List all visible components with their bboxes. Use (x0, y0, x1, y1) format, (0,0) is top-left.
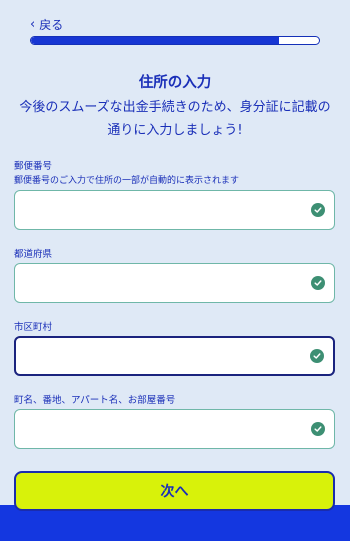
chevron-left-icon: ‹ (30, 17, 36, 32)
postal-code-input[interactable] (25, 191, 299, 231)
progress-bar-fill (31, 37, 279, 44)
city-field[interactable] (14, 336, 335, 376)
city-label: 市区町村 (14, 322, 53, 333)
back-label: 戻る (39, 18, 64, 32)
check-circle-icon (310, 349, 324, 363)
postal-code-field[interactable] (14, 190, 335, 231)
prefecture-field[interactable] (14, 263, 335, 304)
back-button[interactable]: ‹ 戻る (30, 16, 63, 33)
next-button[interactable]: 次へ (14, 471, 335, 511)
page-subtitle-line1: 今後のスムーズな出金手続きのため、身分証に記載の (19, 100, 331, 115)
page-subtitle-line2: 通りに入力しましょう! (107, 123, 243, 138)
postal-code-label: 郵便番号 (14, 161, 53, 172)
street-input[interactable] (25, 410, 299, 450)
postal-code-hint: 郵便番号のご入力で住所の一部が自動的に表示されます (14, 176, 240, 186)
progress-bar (30, 36, 320, 45)
street-label: 町名、番地、アパート名、お部屋番号 (14, 395, 176, 406)
check-circle-icon (311, 276, 325, 290)
check-circle-icon (311, 422, 325, 436)
page-subtitle: 今後のスムーズな出金手続きのため、身分証に記載の 通りに入力しましょう! (14, 96, 336, 142)
prefecture-input[interactable] (25, 264, 299, 304)
street-field[interactable] (14, 409, 335, 450)
check-circle-icon (311, 203, 325, 217)
page-title: 住所の入力 (138, 75, 212, 91)
prefecture-label: 都道府県 (14, 249, 53, 260)
city-input[interactable] (26, 338, 300, 376)
